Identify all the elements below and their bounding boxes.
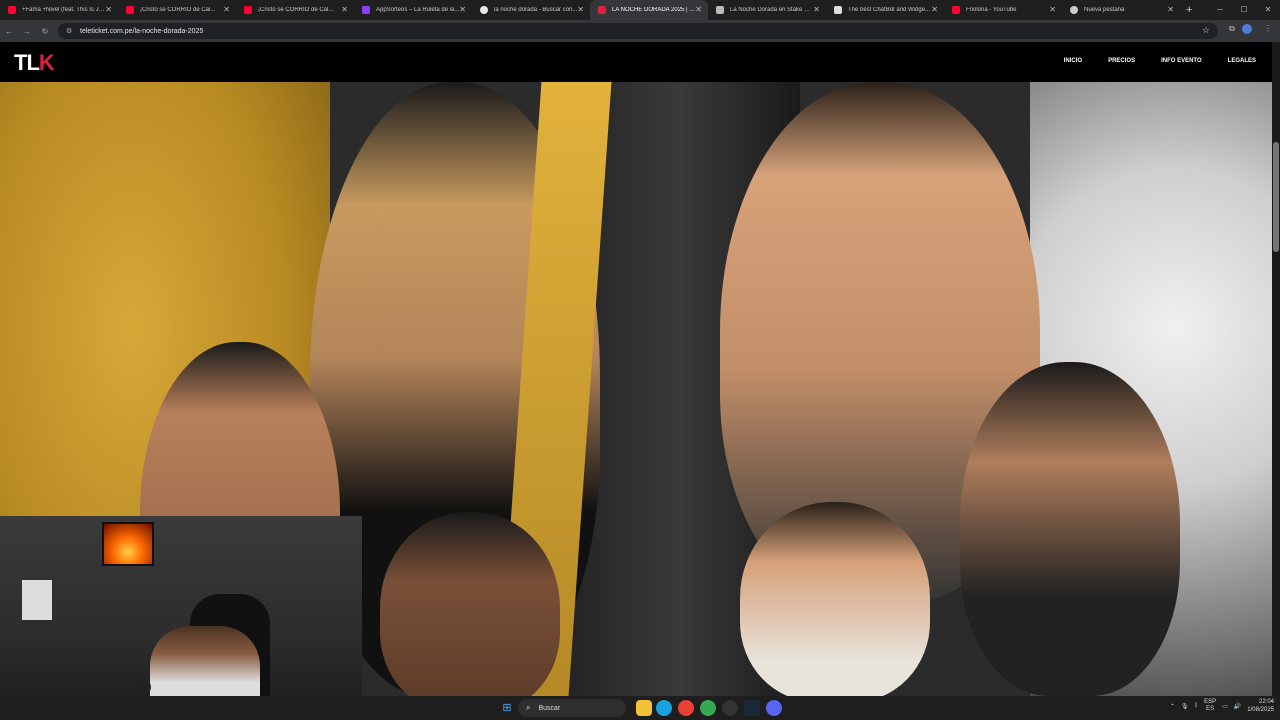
close-tab-icon[interactable]: ✕: [577, 5, 584, 14]
tab-title: Friolona - YouTube: [966, 7, 1017, 13]
forward-icon[interactable]: →: [18, 27, 36, 36]
chrome-profile-icon[interactable]: [700, 700, 716, 716]
stake-icon: [716, 6, 724, 14]
webcam-fireplace-screen: [102, 522, 154, 566]
nav-info-evento[interactable]: INFO EVENTO: [1161, 58, 1202, 64]
clock-date: 1/08/2025: [1247, 707, 1274, 713]
browser-tab-active[interactable]: LA NOCHE DORADA 2025 | TL... ✕: [590, 0, 708, 20]
tab-title: AppSorteos – La Ruleta de la...: [376, 7, 460, 13]
appsorteos-icon: [362, 6, 370, 14]
network-icon[interactable]: ▭: [1222, 703, 1228, 710]
logo-k: K: [38, 50, 55, 75]
teleticket-icon: [598, 6, 606, 14]
browser-tab[interactable]: la noche dorada - Buscar con... ✕: [472, 0, 590, 20]
chatbot-icon: [834, 6, 842, 14]
obs-icon[interactable]: [722, 700, 738, 716]
close-tab-icon[interactable]: ✕: [459, 5, 466, 14]
tab-title: La Noche Dorada en Stake Pe...: [730, 7, 814, 13]
page-scrollbar[interactable]: [1272, 42, 1280, 696]
youtube-icon: [126, 6, 134, 14]
clock-time: 22:04: [1258, 699, 1274, 705]
browser-tab[interactable]: ¡Cristo se CORRIÓ de Cal... ✕: [236, 0, 354, 20]
close-tab-icon[interactable]: ✕: [1167, 5, 1174, 14]
taskbar-search-label: Buscar: [538, 704, 561, 712]
site-info-icon[interactable]: ⚙: [66, 27, 74, 35]
browser-tab[interactable]: AppSorteos – La Ruleta de la... ✕: [354, 0, 472, 20]
tab-title: la noche dorada - Buscar con...: [494, 7, 578, 13]
tab-title: ¡Cristo se CORRIÓ de Cal...: [258, 7, 334, 13]
close-tab-icon[interactable]: ✕: [931, 5, 938, 14]
webcam-shelf: [22, 580, 52, 620]
teleticket-logo[interactable]: TLK: [14, 50, 55, 76]
url-text: teleticket.com.pe/la-noche-dorada-2025: [80, 27, 204, 35]
new-tab-icon[interactable]: +: [1186, 4, 1192, 16]
reload-icon[interactable]: ↻: [36, 27, 54, 36]
nav-precios[interactable]: PRECIOS: [1108, 58, 1135, 64]
close-tab-icon[interactable]: ✕: [341, 5, 348, 14]
window-controls: ─ ☐ ✕: [1208, 0, 1280, 20]
close-tab-icon[interactable]: ✕: [813, 5, 820, 14]
back-icon[interactable]: ←: [0, 27, 18, 36]
webcam-overlay: [0, 516, 362, 720]
google-icon: [480, 6, 488, 14]
taskbar-search[interactable]: ⌕ Buscar: [518, 699, 626, 717]
discord-icon[interactable]: [766, 700, 782, 716]
bluetooth-icon[interactable]: ᛒ: [1195, 703, 1199, 709]
newtab-icon: [1070, 6, 1078, 14]
tab-title: ¡Cristo se CORRIÓ de Cal...: [140, 7, 216, 13]
chrome-icon[interactable]: [678, 700, 694, 716]
nav-legales[interactable]: LEGALES: [1228, 58, 1256, 64]
browser-toolbar: ← → ↻ ⚙ teleticket.com.pe/la-noche-dorad…: [0, 20, 1280, 42]
browser-tab[interactable]: +Fama +Nivel (feat. This Is Je... ✕: [0, 0, 118, 20]
system-tray: ⌃ 🎙 ᛒ ESP ES ▭ 🔊 22:04 1/08/2025: [1170, 698, 1274, 714]
tray-overflow-icon[interactable]: ⌃: [1170, 703, 1175, 710]
close-tab-icon[interactable]: ✕: [223, 5, 230, 14]
microphone-icon[interactable]: 🎙: [1181, 703, 1189, 710]
tab-title: The best ChatBot and Widge...: [848, 7, 931, 13]
youtube-icon: [244, 6, 252, 14]
lang-bottom: ES: [1206, 706, 1215, 712]
browser-tab[interactable]: La Noche Dorada en Stake Pe... ✕: [708, 0, 826, 20]
close-tab-icon[interactable]: ✕: [105, 5, 112, 14]
search-icon: ⌕: [526, 703, 531, 712]
browser-tab-strip: +Fama +Nivel (feat. This Is Je... ✕ ¡Cris…: [0, 0, 1280, 20]
windows-taskbar: ⊞ ⌕ Buscar ⌃ 🎙 ᛒ ESP ES ▭ 🔊 22:04 1/08/202…: [0, 696, 1280, 720]
scrollbar-thumb[interactable]: [1273, 142, 1279, 252]
close-window-icon[interactable]: ✕: [1256, 0, 1280, 20]
clock[interactable]: 22:04 1/08/2025: [1247, 698, 1274, 714]
profile-avatar[interactable]: [1242, 24, 1252, 34]
fighter-far-right: [960, 362, 1180, 696]
tab-title: +Fama +Nivel (feat. This Is Je...: [22, 7, 106, 13]
address-bar[interactable]: ⚙ teleticket.com.pe/la-noche-dorada-2025…: [58, 23, 1218, 39]
close-tab-icon[interactable]: ✕: [695, 5, 702, 14]
logo-text: TL: [14, 50, 40, 75]
site-nav: INICIO PRECIOS INFO EVENTO LEGALES: [1038, 58, 1256, 64]
youtube-icon: [8, 6, 16, 14]
tab-title: Nueva pestaña: [1084, 7, 1125, 13]
lang-top: ESP: [1204, 699, 1217, 705]
volume-icon[interactable]: 🔊: [1234, 703, 1241, 710]
youtube-icon: [952, 6, 960, 14]
browser-tab[interactable]: Friolona - YouTube ✕: [944, 0, 1062, 20]
windows-start-icon[interactable]: ⊞: [500, 701, 514, 715]
fighter-bottom-right: [740, 502, 930, 696]
fighter-bottom-left: [380, 512, 560, 696]
nav-inicio[interactable]: INICIO: [1064, 58, 1082, 64]
maximize-icon[interactable]: ☐: [1232, 0, 1256, 20]
menu-icon[interactable]: ⋮: [1262, 24, 1274, 36]
bookmark-star-icon[interactable]: ☆: [1202, 25, 1210, 36]
language-indicator[interactable]: ESP ES: [1204, 699, 1216, 713]
browser-tab[interactable]: Nueva pestaña ✕: [1062, 0, 1180, 20]
steam-icon[interactable]: [744, 700, 760, 716]
extensions-icon[interactable]: ⧉: [1226, 24, 1238, 36]
minimize-icon[interactable]: ─: [1208, 0, 1232, 20]
close-tab-icon[interactable]: ✕: [1049, 5, 1056, 14]
tab-title: LA NOCHE DORADA 2025 | TL...: [612, 7, 696, 13]
file-explorer-icon[interactable]: [636, 700, 652, 716]
edge-icon[interactable]: [656, 700, 672, 716]
browser-tab[interactable]: ¡Cristo se CORRIÓ de Cal... ✕: [118, 0, 236, 20]
browser-tab[interactable]: The best ChatBot and Widge... ✕: [826, 0, 944, 20]
